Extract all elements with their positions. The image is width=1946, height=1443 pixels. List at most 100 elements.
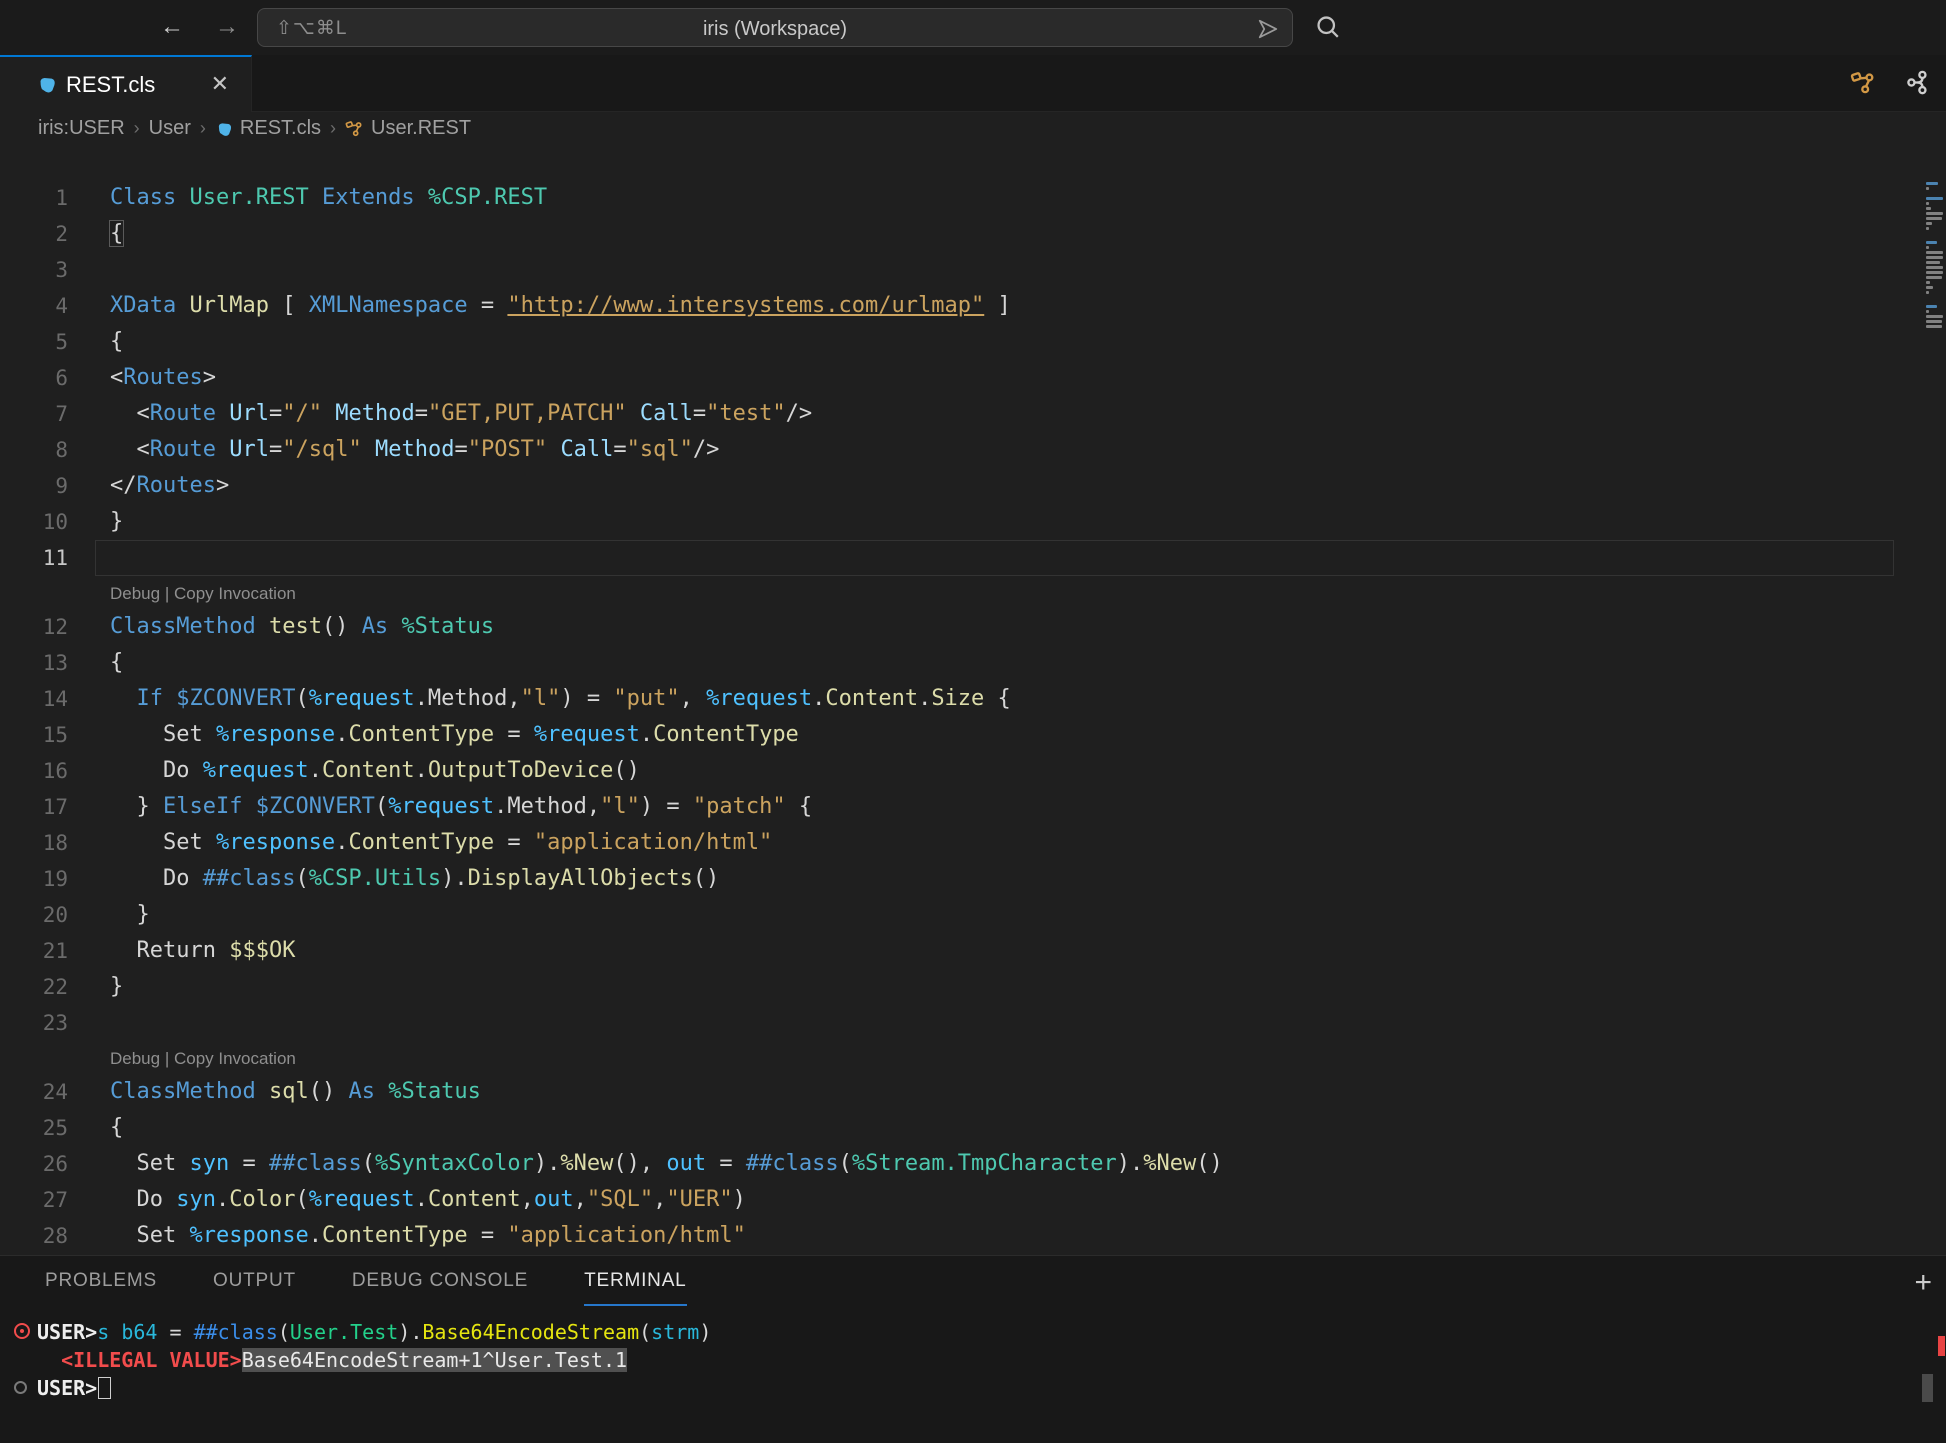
code-text: </Routes>	[110, 468, 229, 504]
line-number[interactable]: 7	[0, 396, 68, 432]
line-number[interactable]: 13	[0, 645, 68, 681]
code-line[interactable]: 13{	[0, 645, 1920, 681]
code-line[interactable]: 18 Set %response.ContentType = "applicat…	[0, 825, 1920, 861]
code-line[interactable]: 10}	[0, 504, 1920, 540]
line-number[interactable]: 20	[0, 897, 68, 933]
code-line[interactable]: 20 }	[0, 897, 1920, 933]
code-token: As	[348, 1079, 375, 1104]
line-number[interactable]: 3	[0, 252, 68, 288]
terminal-token: (	[639, 1320, 651, 1344]
nav-back-button[interactable]: ←	[155, 12, 189, 42]
line-number[interactable]: 12	[0, 609, 68, 645]
source-control-graph-icon[interactable]	[1903, 69, 1930, 96]
code-line[interactable]: 23	[0, 1005, 1920, 1041]
codelens-row[interactable]: Debug | Copy Invocation	[0, 576, 1920, 609]
codelens-row[interactable]: Debug | Copy Invocation	[0, 1041, 1920, 1074]
code-token: %request	[706, 686, 812, 711]
code-line[interactable]: 21 Return $$$OK	[0, 933, 1920, 969]
code-line[interactable]: 14 If $ZCONVERT(%request.Method,"l") = "…	[0, 681, 1920, 717]
line-number[interactable]: 9	[0, 468, 68, 504]
breadcrumb-item-class[interactable]: User.REST	[345, 117, 471, 140]
code-token	[375, 1079, 388, 1104]
breadcrumb-item-file[interactable]: REST.cls	[215, 117, 321, 140]
breadcrumb-item-namespace[interactable]: iris:USER	[38, 117, 125, 140]
line-number[interactable]: 25	[0, 1110, 68, 1146]
line-number[interactable]: 5	[0, 324, 68, 360]
line-number[interactable]: 2	[0, 216, 68, 252]
line-number[interactable]: 8	[0, 432, 68, 468]
code-line[interactable]: 27 Do syn.Color(%request.Content,out,"SQ…	[0, 1182, 1920, 1218]
search-icon[interactable]	[1314, 13, 1342, 41]
breadcrumb-item-package[interactable]: User	[149, 117, 191, 140]
line-number[interactable]: 16	[0, 753, 68, 789]
tab-close-icon[interactable]: ✕	[211, 71, 229, 97]
line-number[interactable]: 21	[0, 933, 68, 969]
nav-forward-button[interactable]: →	[210, 12, 244, 42]
terminal-output[interactable]: USER>s b64 = ##class(User.Test).Base64En…	[0, 1318, 1946, 1443]
codelens-actions[interactable]: Debug | Copy Invocation	[110, 1041, 296, 1077]
code-line[interactable]: 25{	[0, 1110, 1920, 1146]
code-token: "SQL"	[587, 1187, 653, 1212]
tab-debug-console[interactable]: DEBUG CONSOLE	[352, 1270, 528, 1306]
code-line[interactable]: 3	[0, 252, 1920, 288]
tab-rest-cls[interactable]: REST.cls ✕	[0, 55, 252, 112]
code-line[interactable]: 9 </Routes>	[0, 468, 1920, 504]
line-number[interactable]: 28	[0, 1218, 68, 1254]
code-line[interactable]: 16 Do %request.Content.OutputToDevice()	[0, 753, 1920, 789]
tab-output[interactable]: OUTPUT	[213, 1270, 296, 1306]
new-terminal-plus-icon[interactable]: +	[1914, 1266, 1932, 1300]
code-token: .	[335, 722, 348, 747]
line-number[interactable]: 6	[0, 360, 68, 396]
line-number[interactable]: 4	[0, 288, 68, 324]
code-line[interactable]: 22}	[0, 969, 1920, 1005]
code-token: =	[229, 1151, 269, 1176]
minimap-line	[1926, 207, 1931, 210]
code-line[interactable]: 8 <Route Url="/sql" Method="POST" Call="…	[0, 432, 1920, 468]
line-number[interactable]: 11	[0, 540, 68, 576]
command-pending-icon[interactable]	[14, 1381, 27, 1394]
code-token: %request	[388, 794, 494, 819]
code-line[interactable]: 5{	[0, 324, 1920, 360]
line-number[interactable]: 19	[0, 861, 68, 897]
code-token: (	[295, 1187, 308, 1212]
line-number[interactable]: 1	[0, 180, 68, 216]
line-number[interactable]: 27	[0, 1182, 68, 1218]
code-token	[176, 293, 189, 318]
objectscript-class-view-icon[interactable]	[1850, 69, 1877, 96]
terminal-scrollbar-thumb[interactable]	[1922, 1374, 1933, 1402]
code-line[interactable]: 11	[0, 540, 1920, 576]
code-token: %response	[216, 722, 335, 747]
code-line[interactable]: 24ClassMethod sql() As %Status	[0, 1074, 1920, 1110]
command-failed-icon[interactable]	[14, 1323, 30, 1339]
code-token: <	[110, 365, 123, 390]
code-line[interactable]: 26 Set syn = ##class(%SyntaxColor).%New(…	[0, 1146, 1920, 1182]
line-number[interactable]: 26	[0, 1146, 68, 1182]
code-line[interactable]: 2{	[0, 216, 1920, 252]
code-line[interactable]: 7 <Route Url="/" Method="GET,PUT,PATCH" …	[0, 396, 1920, 432]
code-line[interactable]: 17 } ElseIf $ZCONVERT(%request.Method,"l…	[0, 789, 1920, 825]
line-number[interactable]: 24	[0, 1074, 68, 1110]
code-editor[interactable]: 1Class User.REST Extends %CSP.REST2{34XD…	[0, 148, 1946, 1255]
line-number[interactable]: 10	[0, 504, 68, 540]
codelens-actions[interactable]: Debug | Copy Invocation	[110, 576, 296, 612]
terminal-token: Base64EncodeStream+1^User.Test.1	[242, 1348, 627, 1372]
line-number[interactable]: 22	[0, 969, 68, 1005]
minimap[interactable]	[1924, 148, 1946, 1255]
line-number[interactable]: 23	[0, 1005, 68, 1041]
send-icon[interactable]	[1256, 17, 1280, 41]
tab-problems[interactable]: PROBLEMS	[45, 1270, 157, 1306]
code-line[interactable]: 4XData UrlMap [ XMLNamespace = "http://w…	[0, 288, 1920, 324]
code-line[interactable]: 12ClassMethod test() As %Status	[0, 609, 1920, 645]
line-number[interactable]: 18	[0, 825, 68, 861]
code-text: Set %response.ContentType = %request.Con…	[110, 717, 799, 753]
line-number[interactable]: 15	[0, 717, 68, 753]
command-center[interactable]: ⇧⌥⌘L iris (Workspace)	[257, 8, 1293, 47]
code-line[interactable]: 28 Set %response.ContentType = "applicat…	[0, 1218, 1920, 1254]
code-line[interactable]: 19 Do ##class(%CSP.Utils).DisplayAllObje…	[0, 861, 1920, 897]
code-line[interactable]: 15 Set %response.ContentType = %request.…	[0, 717, 1920, 753]
code-line[interactable]: 1Class User.REST Extends %CSP.REST	[0, 180, 1920, 216]
code-line[interactable]: 6<Routes>	[0, 360, 1920, 396]
line-number[interactable]: 17	[0, 789, 68, 825]
line-number[interactable]: 14	[0, 681, 68, 717]
tab-terminal[interactable]: TERMINAL	[584, 1270, 686, 1306]
